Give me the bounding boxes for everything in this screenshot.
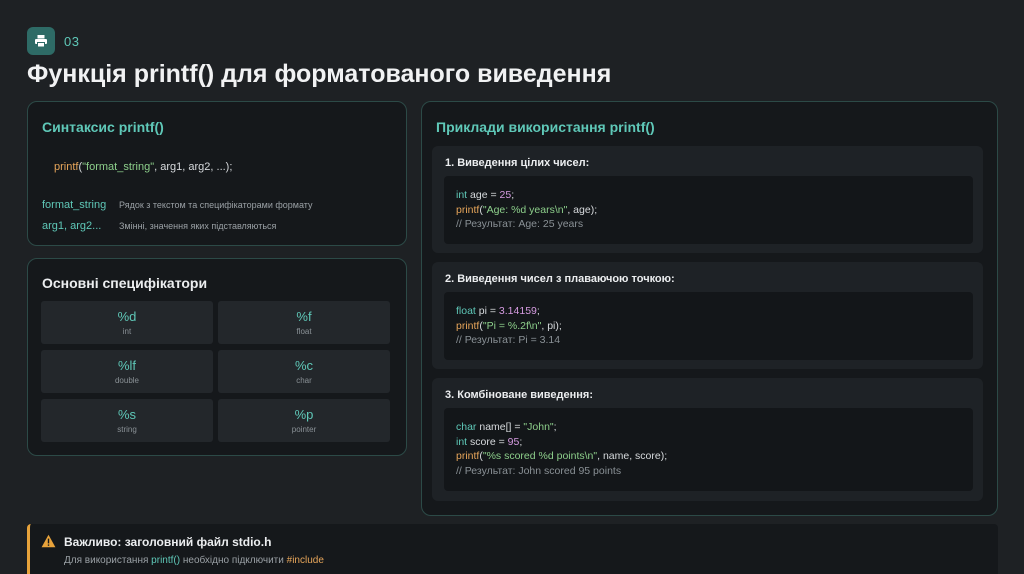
code-string: "Age: %d years\n" — [482, 203, 568, 216]
note-function: printf() — [151, 555, 181, 566]
specifier-card: %c char — [218, 350, 390, 393]
example-card: 2. Виведення чисел з плаваючою точкою: f… — [432, 262, 983, 369]
code-line: printf("Pi = %.2f\n", pi); — [456, 319, 961, 334]
code-text: , age); — [567, 203, 598, 216]
specifier-type: string — [117, 425, 137, 434]
code-keyword: char — [456, 421, 477, 433]
specifier-code: %lf — [117, 358, 137, 373]
specifier-type: int — [122, 327, 132, 336]
specifier-type: double — [114, 376, 140, 385]
slide-number: 03 — [64, 34, 80, 49]
code-text: , pi); — [541, 319, 562, 332]
note-text-part: необхідно підключити — [180, 555, 287, 566]
code-line: float pi = 3.14159; — [456, 304, 961, 319]
param-desc: Змінні, значення яких підставляються — [119, 221, 277, 231]
specifier-type: pointer — [291, 425, 317, 434]
code-string: "John" — [523, 421, 554, 433]
code-function: printf — [456, 319, 480, 332]
code-text: pi = — [475, 305, 499, 317]
specifiers-title: Основні специфікатори — [42, 275, 208, 291]
specifier-card: %s string — [41, 399, 213, 442]
specifier-card: %p pointer — [218, 399, 390, 442]
specifier-code: %p — [294, 407, 314, 422]
code-text: , name, score); — [597, 450, 668, 462]
code-function: printf — [456, 450, 480, 462]
specifier-code: %c — [294, 358, 314, 373]
warning-icon — [41, 534, 56, 553]
code-line: printf("%s scored %d points\n", name, sc… — [456, 449, 961, 464]
page-title: Функція printf() для форматованого вивед… — [27, 60, 612, 88]
note-title: Важливо: заголовний файл stdio.h — [64, 535, 272, 549]
code-block: int age = 25; printf("Age: %d years\n", … — [444, 176, 973, 244]
specifier-card: %d int — [41, 301, 213, 344]
example-title: 3. Комбіноване виведення: — [445, 389, 594, 401]
specifier-code: %f — [296, 309, 312, 324]
code-keyword: float — [456, 305, 476, 317]
printer-icon — [27, 27, 55, 55]
syntax-title: Синтаксис printf() — [42, 119, 164, 135]
important-note: Важливо: заголовний файл stdio.h Для вик… — [27, 524, 998, 574]
code-string: "%s scored %d points\n" — [482, 450, 598, 462]
example-card: 1. Виведення цілих чисел: int age = 25; … — [432, 146, 983, 253]
specifier-type: char — [296, 376, 312, 385]
note-include: #include — [286, 555, 324, 566]
code-number: 25 — [499, 189, 512, 201]
code-keyword: int — [456, 189, 468, 201]
code-text: ; — [519, 435, 523, 448]
code-line: printf("Age: %d years\n", age); — [456, 203, 961, 218]
specifier-code: %d — [117, 309, 137, 324]
code-block: char name[] = "John"; int score = 95; pr… — [444, 408, 973, 491]
examples-title: Приклади використання printf() — [436, 119, 655, 135]
param-row: arg1, arg2... Змінні, значення яких підс… — [42, 220, 276, 232]
example-title: 2. Виведення чисел з плаваючою точкою: — [445, 273, 675, 285]
code-text: ; — [553, 421, 557, 433]
code-keyword: int — [456, 435, 468, 448]
syntax-code: printf("format_string", arg1, arg2, ...)… — [54, 161, 232, 173]
note-text-part: Для використання — [64, 555, 152, 566]
code-line: char name[] = "John"; — [456, 420, 961, 435]
code-text: ; — [536, 305, 540, 317]
syntax-panel: Синтаксис printf() printf("format_string… — [27, 101, 407, 246]
param-name: arg1, arg2... — [42, 220, 102, 232]
specifier-card: %f float — [218, 301, 390, 344]
code-string: "format_string" — [82, 161, 155, 173]
code-comment: // Результат: John scored 95 points — [456, 464, 622, 477]
code-number: 95 — [507, 435, 520, 448]
examples-panel: Приклади використання printf() 1. Виведе… — [421, 101, 998, 516]
code-comment: // Результат: Pi = 3.14 — [456, 334, 561, 346]
code-text: age = — [467, 189, 500, 201]
code-string: "Pi = %.2f\n" — [482, 319, 542, 332]
code-line: int score = 95; — [456, 435, 961, 450]
note-text: Для використання printf() необхідно підк… — [64, 555, 324, 566]
specifiers-panel: Основні специфікатори %d int %f float %l… — [27, 258, 407, 456]
example-title: 1. Виведення цілих чисел: — [445, 157, 590, 169]
code-text: name[] = — [476, 421, 524, 433]
param-desc: Рядок з текстом та специфікаторами форма… — [119, 200, 313, 210]
code-comment: // Результат: Age: 25 years — [456, 218, 584, 230]
code-function: printf — [456, 203, 480, 216]
example-card: 3. Комбіноване виведення: char name[] = … — [432, 378, 983, 501]
specifier-type: float — [296, 327, 312, 336]
code-number: 3.14159 — [498, 305, 537, 317]
code-text: score = — [467, 435, 508, 448]
param-row: format_string Рядок з текстом та специфі… — [42, 199, 313, 211]
specifier-grid: %d int %f float %lf double %c char %s st… — [41, 301, 390, 442]
code-line: int age = 25; — [456, 188, 961, 203]
specifier-card: %lf double — [41, 350, 213, 393]
code-text: ; — [511, 189, 515, 201]
param-name: format_string — [42, 199, 107, 211]
code-args: , arg1, arg2, ...); — [154, 161, 233, 173]
code-block: float pi = 3.14159; printf("Pi = %.2f\n"… — [444, 292, 973, 360]
code-function: printf — [54, 161, 79, 173]
specifier-code: %s — [117, 407, 137, 422]
